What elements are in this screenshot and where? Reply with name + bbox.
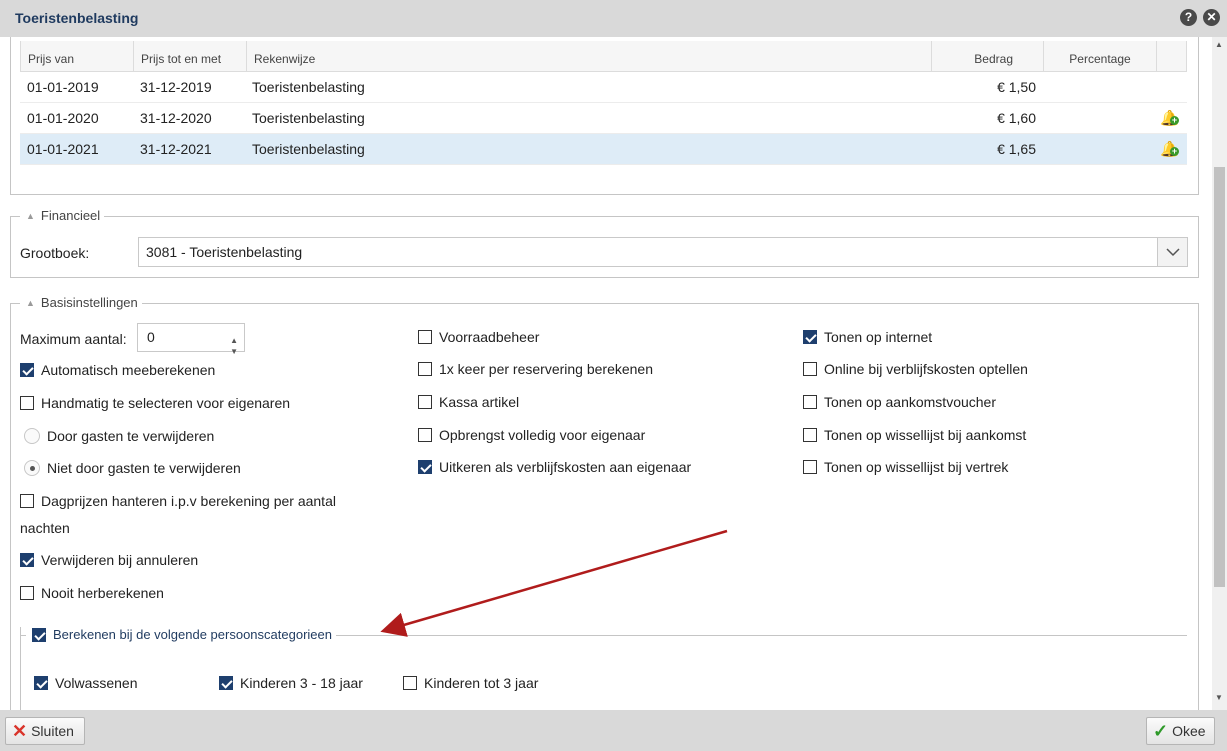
- close-icon[interactable]: ✕: [1203, 9, 1220, 26]
- checkmark-icon: ✓: [1153, 720, 1169, 741]
- dialog-title: Toeristenbelasting: [15, 10, 139, 26]
- dialog-footer: ✕ Sluiten ✓ Okee: [0, 710, 1227, 751]
- scrollbar-thumb[interactable]: [1214, 167, 1225, 587]
- scroll-up-icon[interactable]: ▲: [1215, 40, 1223, 49]
- close-button-label: Sluiten: [31, 723, 74, 739]
- dialog-titlebar: Toeristenbelasting ? ✕: [0, 0, 1227, 37]
- annotation-arrow: [380, 529, 728, 637]
- help-icon[interactable]: ?: [1180, 9, 1197, 26]
- scroll-down-icon[interactable]: ▼: [1215, 693, 1223, 702]
- dialog-content: Prijs van Prijs tot en met Rekenwijze Be…: [0, 37, 1212, 710]
- ok-button[interactable]: ✓ Okee: [1146, 717, 1215, 745]
- ok-button-label: Okee: [1172, 723, 1206, 739]
- close-x-icon: ✕: [12, 720, 28, 741]
- close-button[interactable]: ✕ Sluiten: [5, 717, 85, 745]
- content-scrollbar[interactable]: ▲ ▼: [1212, 37, 1227, 710]
